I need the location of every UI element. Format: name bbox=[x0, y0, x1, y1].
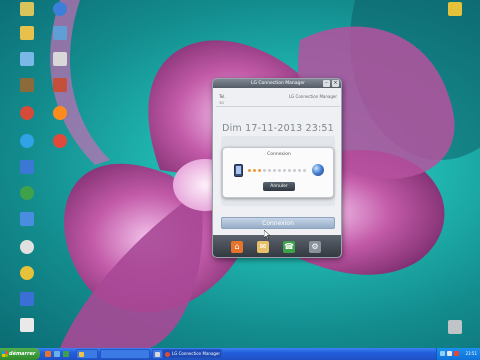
firefox-icon bbox=[53, 106, 67, 120]
quicklaunch-media-icon[interactable] bbox=[63, 351, 69, 357]
documents-folder-icon bbox=[20, 26, 34, 40]
app-icon bbox=[53, 78, 67, 92]
folder-icon bbox=[79, 352, 84, 357]
connection-progress bbox=[248, 169, 306, 172]
windows-logo-icon bbox=[2, 351, 8, 357]
desktop-icon-18[interactable] bbox=[8, 292, 46, 307]
program-icon bbox=[53, 26, 67, 40]
app-icon bbox=[20, 292, 34, 306]
desktop: LG Connection Manager – × Tel. 3G LG Con… bbox=[0, 0, 480, 348]
close-button[interactable]: × bbox=[332, 80, 339, 87]
cancel-button[interactable]: Annuler bbox=[263, 182, 295, 191]
phone-icon bbox=[234, 164, 243, 177]
desktop-icon-right-top[interactable] bbox=[436, 2, 474, 17]
desktop-icon-4[interactable] bbox=[41, 26, 79, 41]
internet-globe-icon bbox=[312, 164, 324, 176]
home-icon[interactable]: ⌂ bbox=[231, 241, 243, 253]
desktop-icon-recycle-bin[interactable] bbox=[436, 320, 474, 335]
app-icon bbox=[155, 352, 160, 357]
browser-icon bbox=[53, 134, 67, 148]
computer-icon bbox=[20, 52, 34, 66]
drive-icon bbox=[20, 240, 34, 254]
progress-dot bbox=[283, 169, 286, 172]
minimize-button[interactable]: – bbox=[323, 80, 330, 87]
desktop-icon-12[interactable] bbox=[41, 134, 79, 149]
progress-dot bbox=[253, 169, 256, 172]
volume-icon[interactable] bbox=[447, 351, 452, 356]
media-player-icon bbox=[53, 52, 67, 66]
taskbar-item-1[interactable] bbox=[76, 349, 98, 359]
system-tray: 23:51 bbox=[436, 348, 480, 360]
network-icon[interactable] bbox=[440, 351, 445, 356]
start-label: démarrer bbox=[9, 351, 36, 357]
mouse-cursor-icon bbox=[264, 230, 270, 239]
desktop-icon-10[interactable] bbox=[41, 106, 79, 121]
dialog-title: Connexion bbox=[267, 152, 291, 157]
screen: LG Connection Manager – × Tel. 3G LG Con… bbox=[0, 0, 480, 360]
lg-connection-manager-window[interactable]: LG Connection Manager – × Tel. 3G LG Con… bbox=[212, 78, 342, 258]
video-icon bbox=[20, 78, 34, 92]
quicklaunch-browser-icon[interactable] bbox=[45, 351, 51, 357]
progress-dot bbox=[303, 169, 306, 172]
progress-dot bbox=[293, 169, 296, 172]
connection-dialog: Connexion Annuler bbox=[222, 147, 334, 198]
desktop-icon-8[interactable] bbox=[41, 78, 79, 93]
start-button[interactable]: démarrer bbox=[0, 348, 40, 360]
help-icon bbox=[53, 2, 67, 16]
folder-icon bbox=[20, 2, 34, 16]
taskbar-item-2[interactable] bbox=[100, 349, 150, 359]
window-icon bbox=[103, 352, 108, 357]
player-icon bbox=[20, 186, 34, 200]
chrome-icon bbox=[20, 266, 34, 280]
desktop-icon-2[interactable] bbox=[41, 2, 79, 17]
taskbar: démarrer LG Connection Manager 23:51 bbox=[0, 348, 480, 360]
lg-icon bbox=[165, 352, 170, 357]
message-icon[interactable]: ✉ bbox=[257, 241, 269, 253]
brand-label: LG Connection Manager bbox=[288, 94, 337, 99]
datetime-display: Dim 17-11-2013 23:51 bbox=[222, 123, 334, 134]
lg-icon bbox=[20, 106, 34, 120]
dvd-icon bbox=[20, 212, 34, 226]
taskbar-item-lg-connection-manager[interactable]: LG Connection Manager bbox=[162, 349, 222, 359]
desktop-icon-17[interactable] bbox=[8, 266, 46, 281]
desktop-icon-15[interactable] bbox=[8, 212, 46, 227]
security-icon[interactable] bbox=[454, 351, 459, 356]
document-icon bbox=[20, 318, 34, 332]
progress-dot bbox=[288, 169, 291, 172]
bottom-dock: ⌂ ✉ ☎ ⚙ bbox=[213, 235, 341, 257]
desktop-icon-13[interactable] bbox=[8, 160, 46, 175]
clock[interactable]: 23:51 bbox=[465, 348, 477, 360]
progress-dot bbox=[273, 169, 276, 172]
folder-icon bbox=[448, 2, 462, 16]
desktop-icon-14[interactable] bbox=[8, 186, 46, 201]
signal-label: Tel. bbox=[219, 94, 226, 99]
quicklaunch-desktop-icon[interactable] bbox=[54, 351, 60, 357]
contacts-icon[interactable]: ☎ bbox=[283, 241, 295, 253]
recycle-bin-icon bbox=[448, 320, 462, 334]
desktop-icon-19[interactable] bbox=[8, 318, 46, 333]
progress-dot bbox=[263, 169, 266, 172]
desktop-icon-6[interactable] bbox=[41, 52, 79, 67]
progress-dot bbox=[258, 169, 261, 172]
desktop-icon-16[interactable] bbox=[8, 240, 46, 255]
progress-dot bbox=[278, 169, 281, 172]
settings-icon[interactable]: ⚙ bbox=[309, 241, 321, 253]
mail-icon bbox=[20, 160, 34, 174]
progress-dot bbox=[268, 169, 271, 172]
progress-dot bbox=[248, 169, 251, 172]
connect-button[interactable]: Connexion bbox=[221, 217, 335, 229]
status-bar: Tel. 3G LG Connection Manager bbox=[216, 91, 340, 107]
network-type-label: 3G bbox=[219, 101, 224, 105]
window-title: LG Connection Manager bbox=[250, 81, 306, 86]
progress-dot bbox=[298, 169, 301, 172]
skype-icon bbox=[20, 134, 34, 148]
